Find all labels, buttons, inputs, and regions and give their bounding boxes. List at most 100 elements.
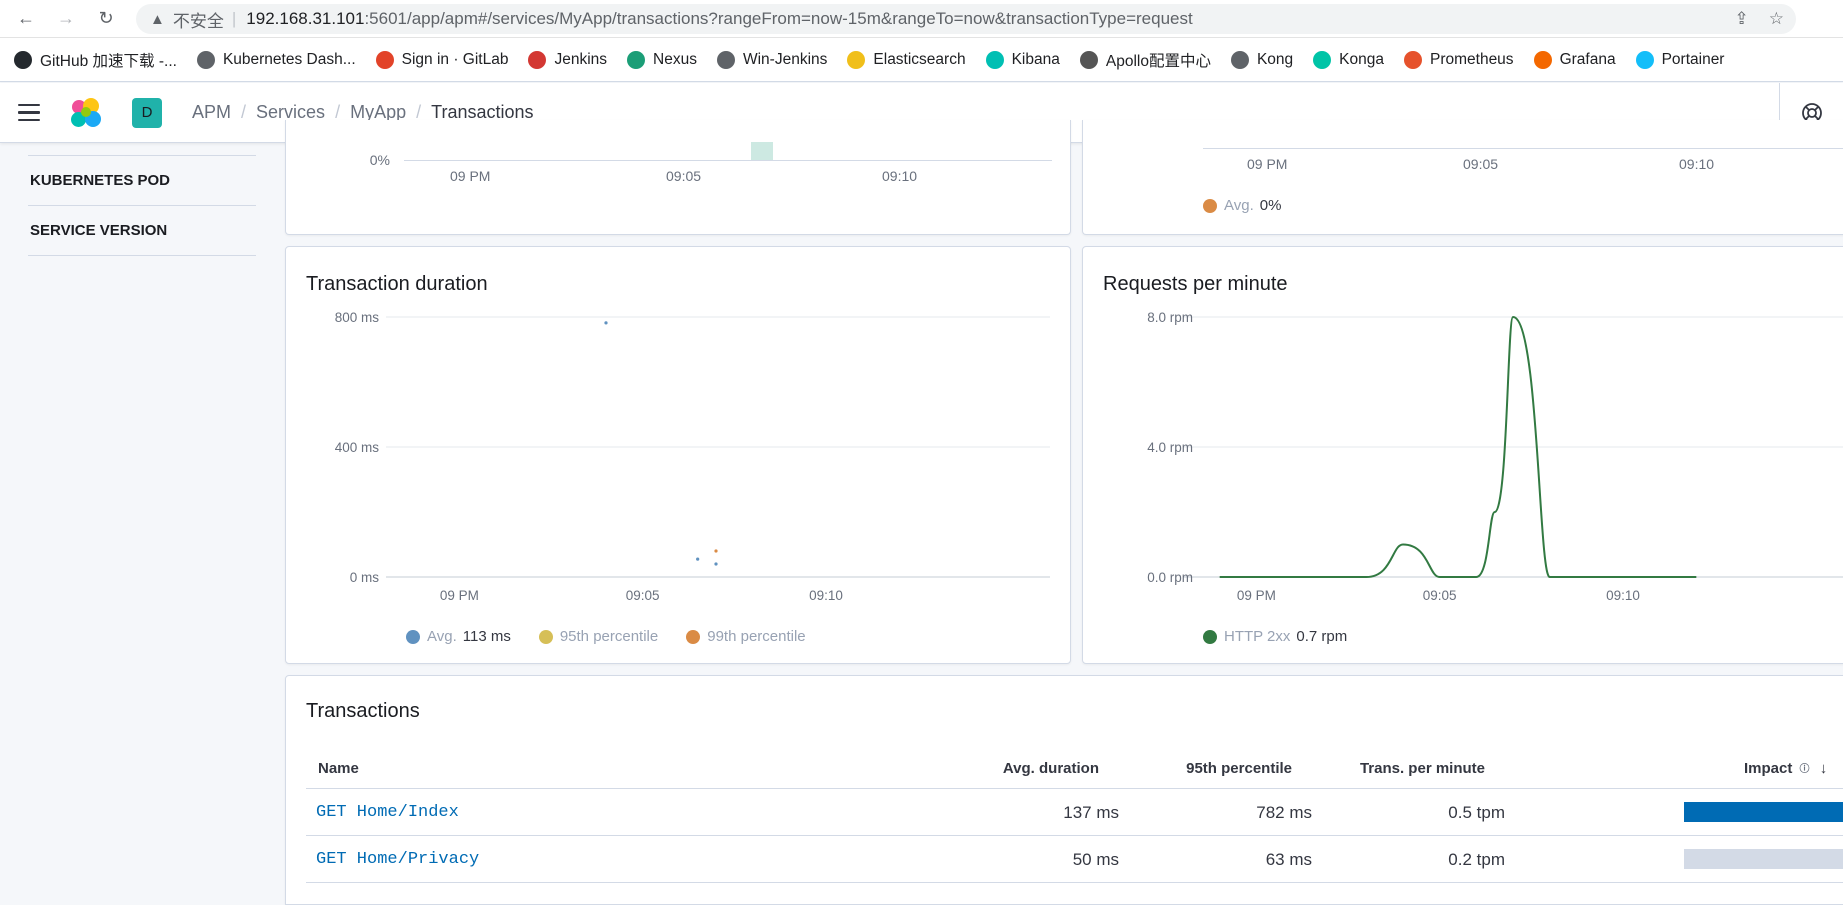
x-tick-label: 09:10 [809,588,843,603]
column-header-impact[interactable]: Impact ⓘ ↓ [1744,760,1827,777]
url-path: :5601/app/apm#/services/MyApp/transactio… [364,9,1193,28]
elasticsearch-icon [847,50,866,69]
legend-http-2xx[interactable]: HTTP 2xx 0.7 rpm [1203,628,1347,645]
bookmark-item[interactable]: Kubernetes Dash... [196,50,356,69]
share-icon[interactable]: ⇪ [1735,9,1749,29]
column-header-trans-per-minute[interactable]: Trans. per minute [1360,760,1485,777]
prometheus-icon [1403,50,1422,69]
bookmark-label: Elasticsearch [873,50,966,68]
bookmark-item[interactable]: Sign in · GitLab [375,50,509,69]
bookmark-label: GitHub 加速下载 -... [40,52,177,70]
bookmark-item[interactable]: Grafana [1533,50,1616,69]
bookmark-item[interactable]: Apollo配置中心 [1079,49,1211,71]
bookmarks-bar: GitHub 加速下载 -... Kubernetes Dash... Sign i… [0,38,1843,82]
bookmark-label: Kibana [1011,50,1060,68]
filter-service-version[interactable]: SERVICE VERSION [28,206,256,256]
github-icon [14,50,32,69]
bookmark-item[interactable]: Portainer [1635,50,1725,69]
cell-95th-percentile: 63 ms [1265,850,1312,869]
bookmark-label: Grafana [1559,50,1616,68]
grafana-icon [1533,50,1552,69]
legend-label: HTTP 2xx [1224,628,1291,645]
bookmark-label: Prometheus [1429,50,1514,68]
cell-trans-per-minute: 0.5 tpm [1448,803,1505,822]
rpm-chart: 8.0 rpm 4.0 rpm 0.0 rpm 09 PM 09:05 09:10 [1147,310,1843,603]
bookmark-item[interactable]: Konga [1313,50,1384,69]
data-point [714,549,718,553]
data-point [714,562,718,566]
bookmark-label: Kong [1256,50,1294,68]
y-tick-label: 8.0 rpm [1147,310,1193,325]
bar-mark [751,142,773,160]
x-axis-line [1203,148,1843,149]
forward-icon[interactable]: → [50,3,82,35]
jenkins-icon [528,50,547,69]
globe-icon [716,50,735,69]
legend-label: 95th percentile [559,628,659,645]
legend-value: 113 ms [462,628,511,645]
info-icon[interactable]: ⓘ [1800,764,1810,775]
elastic-logo-icon[interactable] [70,97,102,129]
space-avatar[interactable]: D [132,97,162,128]
warning-icon: ▲ [150,10,165,28]
legend-label: Avg. [1224,197,1254,214]
x-axis-line [404,160,1052,161]
portainer-icon [1635,50,1654,69]
bookmark-label: Konga [1339,50,1384,68]
bookmark-item[interactable]: Jenkins [528,50,608,69]
filter-kubernetes-pod[interactable]: KUBERNETES POD [28,156,256,206]
column-header-name[interactable]: Name [318,760,359,777]
address-bar[interactable]: ▲ 不安全 | 192.168.31.101:5601/app/apm#/ser… [136,4,1796,34]
transaction-name-link[interactable]: GET Home/Privacy [316,850,479,869]
table-title: Transactions [306,700,420,722]
transactions-table-panel: Transactions Name Avg. duration 95th per… [285,675,1843,905]
x-tick-label: 09:10 [882,168,918,184]
transaction-name-link[interactable]: GET Home/Index [316,803,459,822]
globe-icon [196,50,215,69]
legend-label: 99th percentile [707,628,806,645]
bookmark-item[interactable]: Nexus [627,50,697,69]
data-point [696,557,700,561]
legend-label: Avg. [427,628,457,645]
bookmark-label: Portainer [1661,50,1725,68]
back-icon[interactable]: ← [10,3,42,35]
reload-icon[interactable]: ↻ [90,3,122,35]
column-header-95th-percentile[interactable]: 95th percentile [1186,760,1292,777]
bookmark-label: Nexus [653,50,697,68]
breadcrumb-apm[interactable]: APM [192,102,231,123]
impact-label: Impact [1744,760,1793,777]
x-tick-label: 09 PM [1247,156,1288,172]
impact-bar [1684,802,1843,822]
legend-avg[interactable]: Avg. 0% [1203,197,1281,214]
error-rate-chart-panel: 0% 09 PM 09:05 09:10 [285,120,1071,235]
bookmark-label: Sign in · GitLab [401,50,509,68]
table-row: GET Home/Index 137 ms 782 ms 0.5 tpm [306,789,1843,836]
legend-value: 0.7 rpm [1296,628,1348,645]
x-tick-label: 09:05 [666,168,702,184]
legend-item[interactable]: Avg. 113 ms [406,628,511,645]
x-tick-label: 09:05 [1463,156,1499,172]
sort-desc-icon: ↓ [1819,760,1828,777]
legend-item[interactable]: 99th percentile [686,628,806,645]
legend-item[interactable]: 95th percentile [538,628,659,645]
duration-legend: Avg. 113 ms 95th percentile 99th percentile [406,628,834,645]
bookmark-item[interactable]: Prometheus [1403,50,1514,69]
cpu-usage-chart-panel: 09 PM 09:05 09:10 Avg. 0% [1082,120,1843,235]
menu-icon[interactable] [18,103,40,122]
cell-avg-duration: 137 ms [1063,803,1119,822]
bookmark-item[interactable]: Win-Jenkins [716,50,828,69]
x-tick-label: 09:05 [626,588,660,603]
bookmark-item[interactable]: Kong [1230,50,1294,69]
y-tick-label: 0 ms [350,570,380,585]
bookmark-label: Jenkins [554,50,608,68]
bookmark-item[interactable]: Kibana [985,50,1060,69]
kibana-icon [985,50,1004,69]
bookmark-star-icon[interactable]: ☆ [1769,9,1784,29]
cell-95th-percentile: 782 ms [1256,803,1312,822]
bookmark-label: Win-Jenkins [742,50,828,68]
requests-per-minute-panel: Requests per minute 8.0 rpm 4.0 rpm 0.0 rp… [1082,246,1843,664]
bookmark-item[interactable]: Elasticsearch [847,50,966,69]
bookmark-item[interactable]: GitHub 加速下载 -... [14,49,177,71]
konga-icon [1313,50,1332,69]
column-header-avg-duration[interactable]: Avg. duration [1003,760,1099,777]
